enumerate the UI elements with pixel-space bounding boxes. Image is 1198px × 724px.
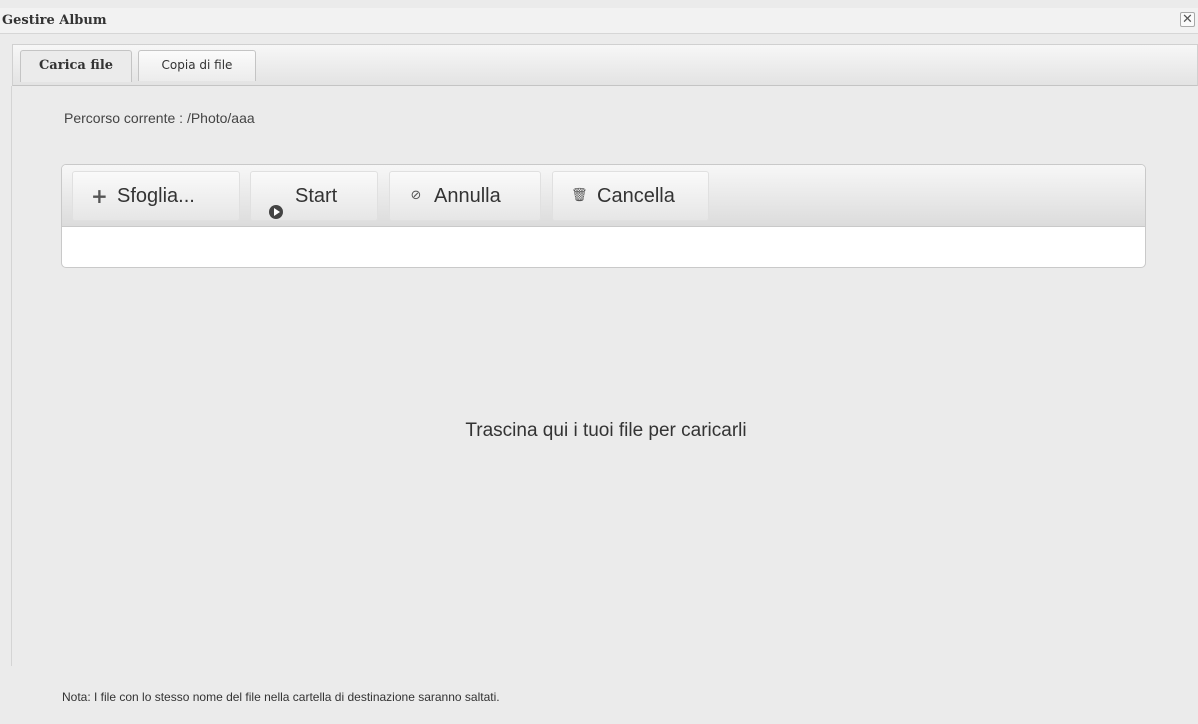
browse-button-label: Sfoglia... xyxy=(117,185,195,207)
browse-button[interactable]: + Sfoglia... xyxy=(72,171,240,221)
drop-zone-text[interactable]: Trascina qui i tuoi file per caricarli xyxy=(0,420,1198,442)
manage-album-dialog: Gestire Album ✕ Carica file Copia di fil… xyxy=(0,0,1198,724)
close-icon[interactable]: ✕ xyxy=(1180,12,1195,27)
panel-divider xyxy=(11,86,12,666)
file-uploader: + Sfoglia... Start ⊘ Annulla 🗑 Cancella xyxy=(61,164,1146,268)
ban-icon: ⊘ xyxy=(410,188,422,203)
delete-button[interactable]: 🗑 Cancella xyxy=(552,171,709,221)
start-button[interactable]: Start xyxy=(250,171,378,221)
skip-duplicates-note: Nota: I file con lo stesso nome del file… xyxy=(62,690,500,704)
uploader-toolbar: + Sfoglia... Start ⊘ Annulla 🗑 Cancella xyxy=(62,165,1145,227)
tab-strip: Carica file Copia di file xyxy=(12,44,1198,86)
plus-icon: + xyxy=(91,184,108,208)
play-circle-icon xyxy=(269,205,283,219)
tab-copy-files[interactable]: Copia di file xyxy=(138,50,256,81)
trash-icon: 🗑 xyxy=(571,188,588,203)
dialog-title: Gestire Album xyxy=(2,13,107,28)
start-button-label: Start xyxy=(295,185,338,207)
current-path: Percorso corrente : /Photo/aaa xyxy=(64,110,255,126)
dialog-titlebar[interactable]: Gestire Album ✕ xyxy=(0,8,1198,34)
delete-button-label: Cancella xyxy=(597,185,675,207)
cancel-upload-button[interactable]: ⊘ Annulla xyxy=(389,171,541,221)
cancel-button-label: Annulla xyxy=(434,185,501,207)
tab-upload-files[interactable]: Carica file xyxy=(20,50,132,82)
